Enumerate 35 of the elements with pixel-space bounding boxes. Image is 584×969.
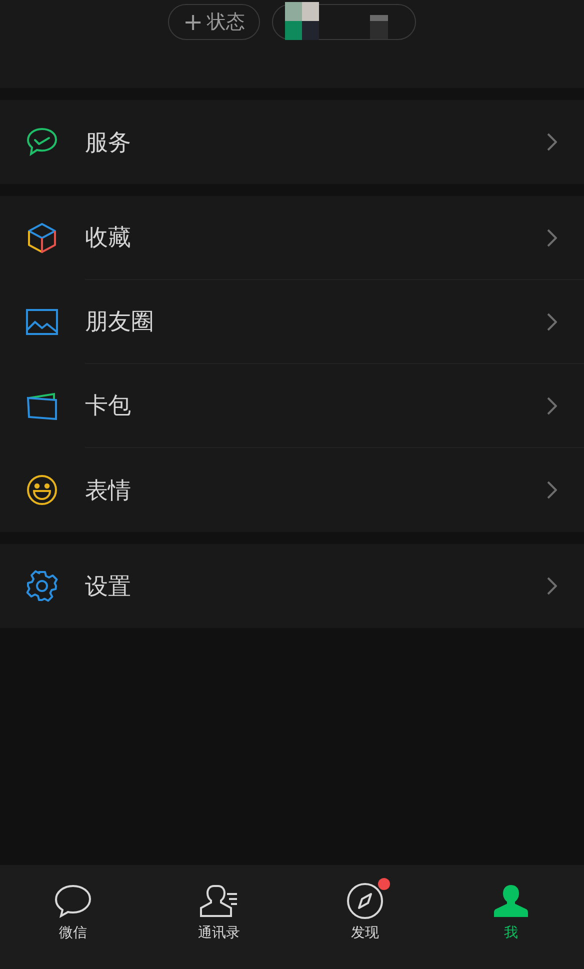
menu-label: 服务 (85, 128, 131, 158)
chevron-icon (547, 577, 557, 595)
chevron-icon (547, 133, 557, 151)
menu-item[interactable]: 设置 (0, 544, 584, 628)
chevron-icon (547, 481, 557, 499)
tab[interactable]: 通讯录 (146, 865, 292, 969)
mosaic-drawing (370, 15, 388, 39)
menu-item[interactable]: 朋友圈 (0, 280, 584, 364)
cube-icon (26, 222, 58, 254)
compass-icon (346, 882, 384, 920)
menu-item[interactable]: 服务 (0, 100, 584, 184)
tab[interactable]: 发现 (292, 865, 438, 969)
chevron-icon (547, 312, 557, 330)
menu-label: 朋友圈 (85, 308, 154, 337)
wallet-icon (26, 392, 58, 420)
image-icon (26, 309, 58, 335)
chevron-icon (547, 228, 557, 246)
menu-item[interactable]: 表情 (0, 448, 584, 532)
contacts-icon (199, 884, 239, 918)
mosaic-drawing (285, 2, 319, 40)
menu-label: 表情 (85, 476, 131, 506)
menu-item[interactable]: 卡包 (0, 364, 584, 448)
tab[interactable]: 我 (438, 865, 584, 969)
menu-item[interactable]: 收藏 (0, 196, 584, 280)
chat-icon (54, 884, 92, 918)
smiley-icon (26, 474, 58, 506)
tab[interactable]: 微信 (0, 865, 146, 969)
menu-label: 卡包 (85, 392, 131, 421)
status-button[interactable]: + 状态 (168, 4, 260, 40)
menu-label: 设置 (85, 572, 131, 602)
chevron-icon (547, 396, 557, 414)
person-icon (493, 884, 529, 918)
menu-label: 收藏 (85, 224, 131, 253)
settings-icon (26, 570, 58, 602)
chat-check-icon (26, 127, 58, 157)
